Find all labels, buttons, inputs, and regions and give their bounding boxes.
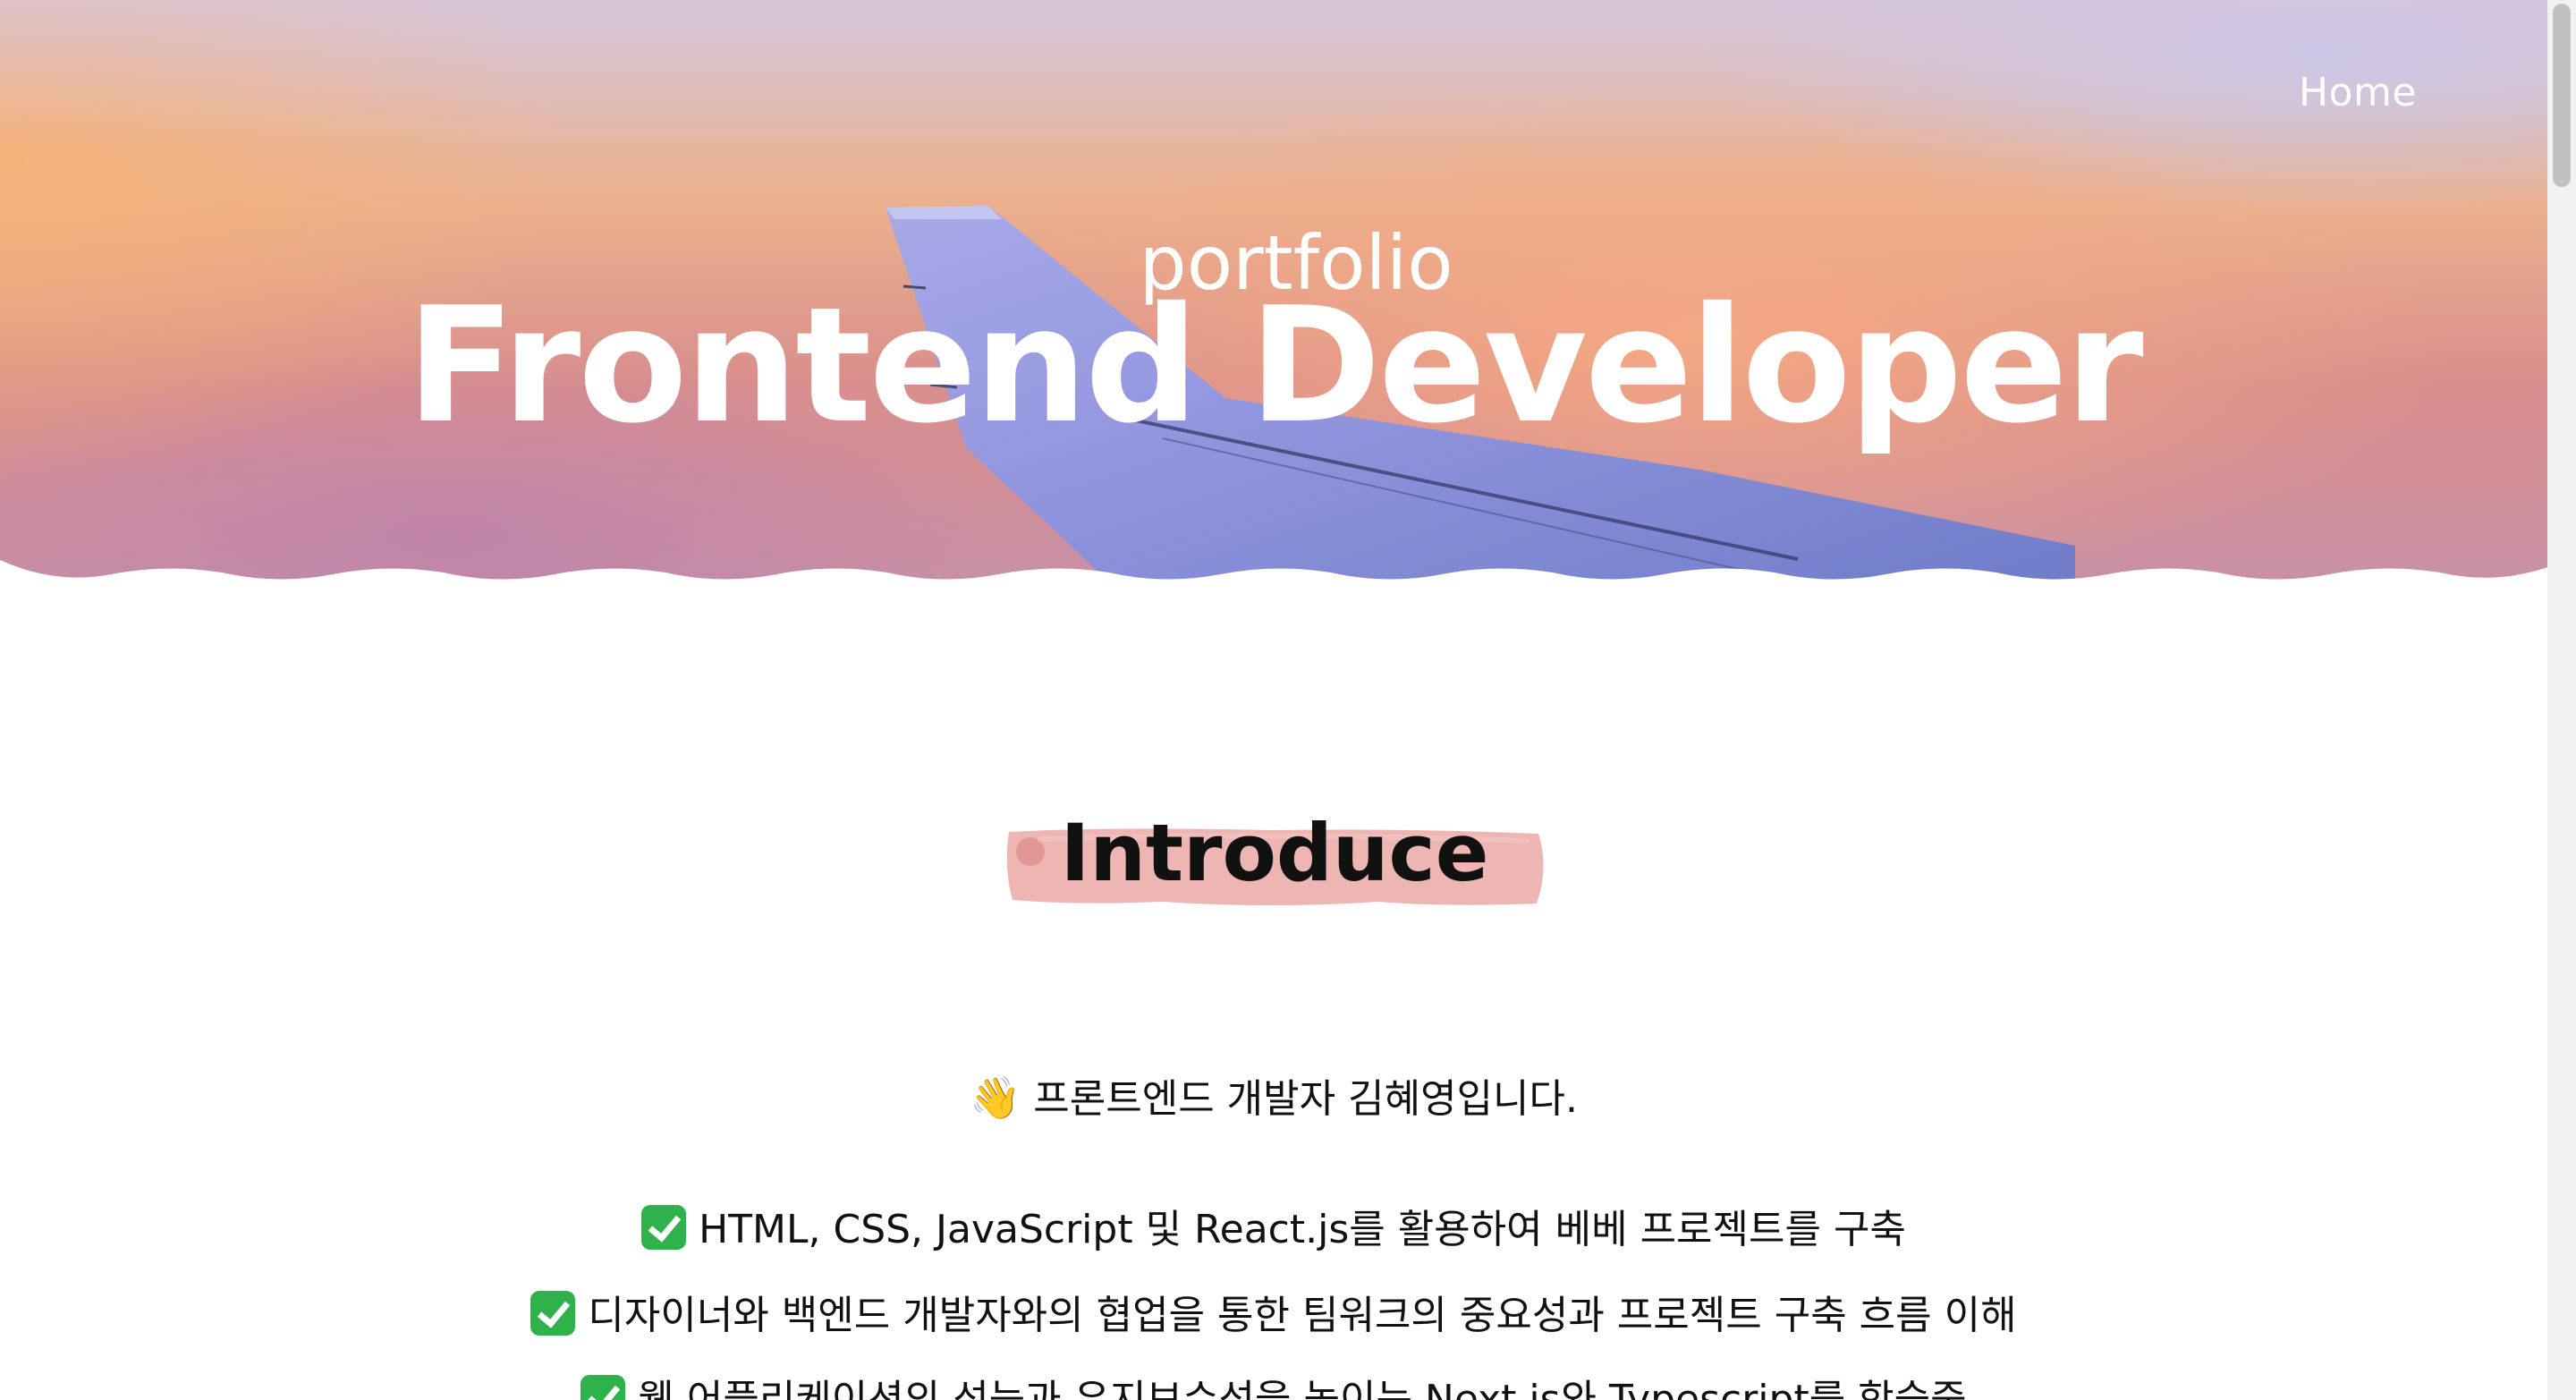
page-scrollbar[interactable]: [2547, 0, 2576, 1400]
intro-greeting-text: 프론트엔드 개발자 김혜영입니다.: [1033, 1076, 1578, 1122]
hero-banner: Home portfolio Frontend Developer: [0, 0, 2547, 590]
intro-list-item-text: HTML, CSS, JavaScript 및 React.js를 활용하여 베…: [699, 1207, 1906, 1252]
hero-title: Frontend Developer: [406, 273, 2143, 458]
check-mark-icon: [580, 1375, 626, 1400]
introduce-heading-wrap: Introduce: [1002, 814, 1547, 921]
intro-greeting: 👋 프론트엔드 개발자 김혜영입니다.: [0, 1066, 2547, 1124]
intro-list-item: 웹 어플리케이션의 성능과 유지보수성을 높이는 Next.js와 Typesc…: [0, 1367, 2547, 1400]
introduce-heading: Introduce: [1060, 807, 1489, 899]
hero-wave-divider: [0, 560, 2547, 590]
intro-list-item: HTML, CSS, JavaScript 및 React.js를 활용하여 베…: [0, 1197, 2547, 1254]
portfolio-page: Home portfolio Frontend Developer Introd…: [0, 0, 2576, 1400]
intro-list-item-text: 웹 어플리케이션의 성능과 유지보수성을 높이는 Next.js와 Typesc…: [638, 1377, 1967, 1400]
intro-list-item-text: 디자이너와 백엔드 개발자와의 협업을 통한 팀워크의 중요성과 프로젝트 구축…: [588, 1293, 2017, 1338]
check-mark-icon: [641, 1205, 687, 1250]
intro-list-item: 디자이너와 백엔드 개발자와의 협업을 통한 팀워크의 중요성과 프로젝트 구축…: [0, 1283, 2547, 1340]
waving-hand-icon: 👋: [970, 1073, 1021, 1122]
nav-home-link[interactable]: Home: [2299, 70, 2417, 115]
check-mark-icon: [530, 1291, 576, 1336]
scrollbar-thumb[interactable]: [2553, 4, 2571, 187]
